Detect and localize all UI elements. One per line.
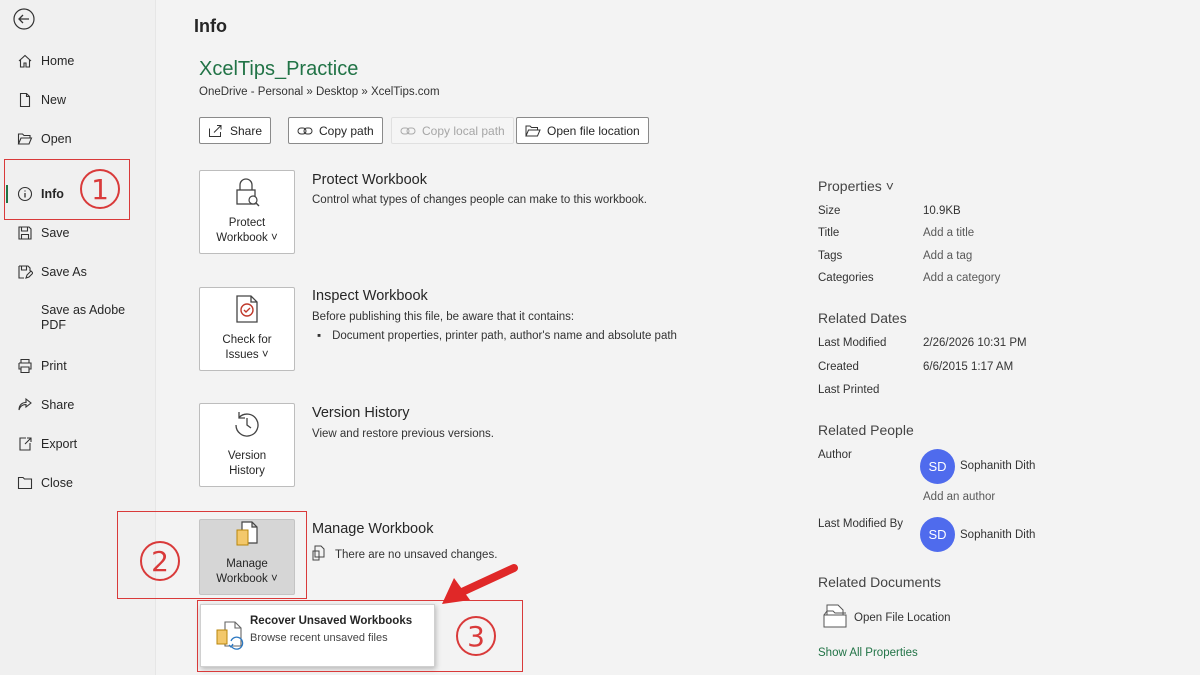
protect-workbook-title: Protect Workbook [312, 172, 427, 188]
prop-label: Author [818, 449, 852, 461]
sidebar-item-open[interactable]: Open [0, 122, 156, 156]
document-icon [312, 545, 326, 564]
sidebar-item-label: Share [41, 398, 75, 412]
add-tag-field[interactable]: Add a tag [923, 250, 972, 262]
lock-icon [231, 176, 263, 213]
annotation-number-3: 3 [456, 616, 496, 656]
annotation-number-2: 2 [140, 541, 180, 581]
sidebar-item-export[interactable]: Export [0, 427, 156, 461]
inspect-workbook-title: Inspect Workbook [312, 288, 428, 304]
related-documents-heading: Related Documents [818, 574, 941, 590]
copy-path-button[interactable]: Copy path [288, 117, 383, 144]
share-icon [208, 124, 224, 138]
properties-dropdown[interactable]: Properties ˅ [818, 178, 894, 194]
sidebar-item-label: Home [41, 54, 75, 68]
folder-icon [822, 603, 848, 632]
annotation-arrow-icon [442, 564, 518, 604]
open-file-location-link[interactable]: Open File Location [822, 603, 951, 632]
sidebar-item-label: Save As [41, 265, 87, 279]
sidebar-item-print[interactable]: Print [0, 349, 156, 383]
sidebar-item-label: Export [41, 437, 78, 451]
prop-label: Tags [818, 250, 843, 262]
prop-label: Size [818, 205, 841, 217]
add-category-field[interactable]: Add a category [923, 272, 1000, 284]
sidebar-item-label: Open [41, 132, 72, 146]
new-file-icon [16, 91, 34, 109]
share-icon [16, 396, 34, 414]
prop-value: 2/26/2026 10:31 PM [923, 337, 1027, 349]
prop-label: Title [818, 227, 840, 239]
folder-open-icon [16, 130, 34, 148]
home-icon [16, 52, 34, 70]
sidebar-item-home[interactable]: Home [0, 44, 156, 78]
close-folder-icon [16, 474, 34, 492]
sidebar-item-save-as[interactable]: Save As [0, 255, 156, 289]
prop-label: Last Printed [818, 384, 880, 396]
prop-label: Last Modified By [818, 518, 904, 530]
sidebar-item-label: Close [41, 476, 73, 490]
sidebar-item-label: New [41, 93, 67, 107]
avatar[interactable]: SD [920, 517, 955, 552]
page-title: Info [194, 16, 227, 36]
sidebar-item-share[interactable]: Share [0, 388, 156, 422]
inspect-bullet: Document properties, printer path, autho… [317, 330, 677, 342]
version-history-desc: View and restore previous versions. [312, 428, 494, 440]
avatar[interactable]: SD [920, 449, 955, 484]
open-file-location-button[interactable]: Open file location [516, 117, 649, 144]
protect-workbook-button[interactable]: Protect Workbook ˅ [199, 170, 295, 254]
info-page: Info XcelTips_Practice OneDrive - Person… [157, 0, 1200, 675]
sidebar-item-save-as-pdf[interactable]: Save as Adobe PDF [0, 300, 156, 336]
clock-history-icon [231, 409, 263, 446]
save-icon [16, 224, 34, 242]
author-name[interactable]: Sophanith Dith [960, 460, 1035, 472]
copy-local-path-button[interactable]: Copy local path [391, 117, 514, 144]
inspect-document-icon [231, 293, 263, 330]
inspect-workbook-desc: Before publishing this file, be aware th… [312, 311, 575, 323]
check-for-issues-button[interactable]: Check for Issues ˅ [199, 287, 295, 371]
prop-label: Categories [818, 272, 874, 284]
link-icon [297, 124, 313, 138]
add-title-field[interactable]: Add a title [923, 227, 974, 239]
document-name: XcelTips_Practice [199, 58, 359, 80]
sidebar-item-label: Save [41, 226, 70, 240]
version-history-title: Version History [312, 405, 410, 421]
prop-label: Last Modified [818, 337, 887, 349]
prop-value: 6/6/2015 1:17 AM [923, 361, 1014, 373]
link-icon [400, 124, 416, 138]
save-as-icon [16, 263, 34, 281]
related-dates-heading: Related Dates [818, 310, 907, 326]
sidebar-item-new[interactable]: New [0, 83, 156, 117]
breadcrumb: OneDrive - Personal » Desktop » XcelTips… [199, 86, 440, 98]
printer-icon [16, 357, 34, 375]
share-button[interactable]: Share [199, 117, 272, 144]
folder-open-icon [525, 124, 541, 138]
protect-workbook-desc: Control what types of changes people can… [312, 194, 647, 206]
back-arrow-icon[interactable] [12, 7, 36, 31]
prop-label: Created [818, 361, 859, 373]
related-people-heading: Related People [818, 422, 914, 438]
modified-by-name[interactable]: Sophanith Dith [960, 529, 1035, 541]
manage-workbook-title: Manage Workbook [312, 521, 434, 537]
sidebar-item-label: Print [41, 359, 67, 373]
version-history-button[interactable]: Version History [199, 403, 295, 487]
prop-value: 10.9KB [923, 205, 961, 217]
sidebar-item-save[interactable]: Save [0, 216, 156, 250]
sidebar-item-label: Save as Adobe PDF [41, 303, 126, 332]
add-author-field[interactable]: Add an author [923, 491, 995, 503]
annotation-number-1: 1 [80, 169, 120, 209]
export-icon [16, 435, 34, 453]
show-all-properties-link[interactable]: Show All Properties [818, 647, 918, 659]
sidebar-item-close[interactable]: Close [0, 466, 156, 500]
